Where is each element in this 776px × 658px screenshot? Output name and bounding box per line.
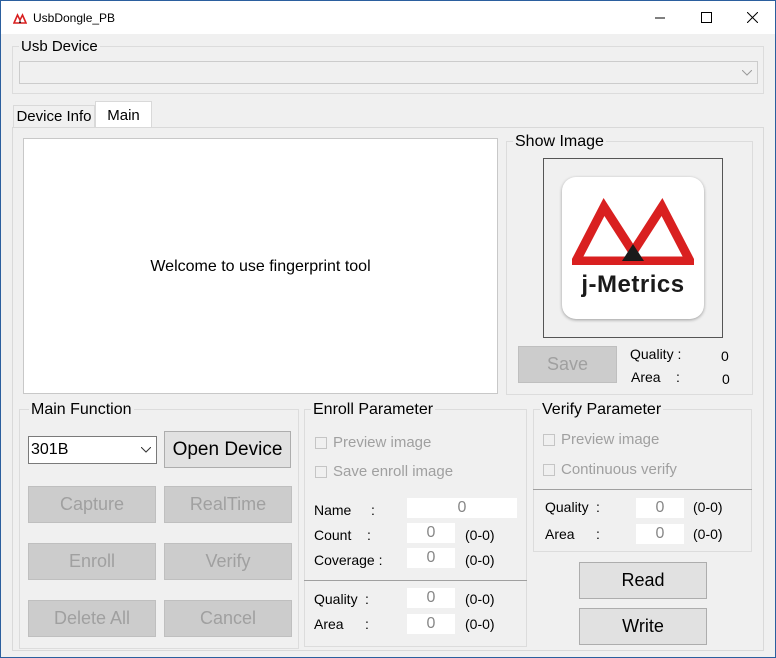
jmetrics-logo-icon [572,198,694,265]
enroll-count-label: Count [314,527,352,543]
show-image-label: Show Image [513,133,606,151]
tab-device-info[interactable]: Device Info [13,105,95,127]
enroll-name-input[interactable]: 0 [407,498,517,518]
image-quality-value: 0 [721,348,729,364]
enroll-area-range: (0-0) [465,616,495,632]
verify-area-label: Area [545,526,575,542]
close-button[interactable] [729,1,775,34]
enroll-quality-label: Quality [314,591,358,607]
verify-area-range: (0-0) [693,526,723,542]
verify-button[interactable]: Verify [164,543,292,580]
continuous-verify-checkbox[interactable]: Continuous verify [543,461,677,478]
chevron-down-icon [741,67,753,79]
verify-quality-label: Quality [545,499,589,515]
welcome-message: Welcome to use fingerprint tool [150,258,371,275]
enroll-button[interactable]: Enroll [28,543,156,580]
enroll-count-range: (0-0) [465,527,495,543]
verify-preview-image-checkbox[interactable]: Preview image [543,431,659,448]
chevron-down-icon [140,444,152,456]
save-image-button[interactable]: Save [518,346,617,383]
sensor-select[interactable]: 301B [28,436,157,464]
verify-quality-colon: : [596,499,600,515]
enroll-coverage-input[interactable]: 0 [407,548,455,568]
enroll-area-input[interactable]: 0 [407,614,455,634]
verify-area-colon: : [596,526,600,542]
open-device-button[interactable]: Open Device [164,431,291,468]
tab-main[interactable]: Main [95,101,152,128]
capture-button[interactable]: Capture [28,486,156,523]
fingerprint-image-box: j-Metrics [543,158,723,338]
enroll-coverage-range: (0-0) [465,552,495,568]
read-button[interactable]: Read [579,562,707,599]
enroll-preview-image-checkbox[interactable]: Preview image [315,434,431,451]
main-function-label: Main Function [29,401,134,419]
image-area-value: 0 [722,371,730,387]
minimize-button[interactable] [637,1,683,34]
enroll-parameter-label: Enroll Parameter [311,401,436,419]
close-icon [746,12,758,23]
maximize-button[interactable] [683,1,729,34]
enroll-name-label: Name [314,502,352,518]
enroll-name-colon: : [371,502,375,518]
title-bar: UsbDongle_PB [1,1,775,34]
realtime-button[interactable]: RealTime [164,486,292,523]
verify-separator [533,489,752,490]
enroll-area-label: Area [314,616,344,632]
image-quality-label: Quality : [630,346,682,362]
jmetrics-logo: j-Metrics [562,177,704,319]
verify-area-input[interactable]: 0 [636,524,684,544]
app-logo-icon [13,13,27,24]
usb-device-label: Usb Device [19,38,100,55]
verify-quality-range: (0-0) [693,499,723,515]
app-window: UsbDongle_PB Usb Device Device Info Main… [0,0,776,658]
enroll-quality-colon: : [365,591,369,607]
enroll-quality-range: (0-0) [465,591,495,607]
usb-device-select[interactable] [19,61,758,84]
window-title: UsbDongle_PB [33,11,116,25]
delete-all-button[interactable]: Delete All [28,600,156,637]
verify-parameter-label: Verify Parameter [540,401,664,419]
maximize-icon [700,12,712,23]
enroll-count-input[interactable]: 0 [407,523,455,543]
enroll-count-colon: : [367,527,371,543]
enroll-area-colon: : [365,616,369,632]
minimize-icon [654,17,665,19]
message-display: Welcome to use fingerprint tool [23,138,498,394]
enroll-coverage-label: Coverage : [314,552,383,568]
verify-quality-input[interactable]: 0 [636,498,684,518]
write-button[interactable]: Write [579,608,707,645]
image-area-label: Area [631,369,661,385]
enroll-quality-input[interactable]: 0 [407,588,455,608]
image-area-colon: : [676,369,680,385]
save-enroll-image-checkbox[interactable]: Save enroll image [315,463,453,480]
enroll-separator [304,580,527,581]
logo-text: j-Metrics [581,271,685,298]
cancel-button[interactable]: Cancel [164,600,292,637]
